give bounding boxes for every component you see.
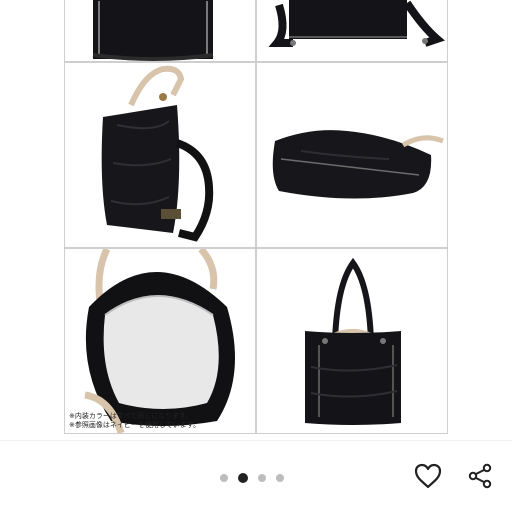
interior-note: ※内装カラーはすべて同じになります。 ※参照画像はネイビーを使用しています。 — [69, 412, 200, 430]
pager-dot-1[interactable] — [220, 474, 228, 482]
gallery-image-back[interactable] — [256, 0, 448, 62]
bag-strap-image — [305, 257, 401, 425]
gallery-image-strap[interactable] — [256, 248, 448, 434]
gallery-image-bottom[interactable] — [256, 62, 448, 248]
bag-interior-image — [84, 249, 235, 433]
heart-icon — [414, 463, 442, 489]
pager-dot-4[interactable] — [276, 474, 284, 482]
product-image-gallery[interactable]: ※内装カラーはすべて同じになります。 ※参照画像はネイビーを使用しています。 — [0, 0, 512, 440]
interior-note-line-2: ※参照画像はネイビーを使用しています。 — [69, 421, 200, 429]
bag-bottom-image — [272, 130, 444, 199]
share-button[interactable] — [464, 460, 496, 492]
gallery-image-front[interactable] — [64, 0, 256, 62]
bag-side-image — [101, 65, 214, 242]
pager-dot-2-active[interactable] — [238, 473, 248, 483]
pager-dot-3[interactable] — [258, 474, 266, 482]
bag-back-image — [268, 0, 445, 47]
interior-note-line-1: ※内装カラーはすべて同じになります。 — [69, 412, 193, 420]
bag-front-image — [92, 0, 214, 61]
gallery-image-side[interactable] — [64, 62, 256, 248]
gallery-image-interior[interactable]: ※内装カラーはすべて同じになります。 ※参照画像はネイビーを使用しています。 — [64, 248, 256, 434]
share-icon — [468, 463, 492, 489]
image-pager[interactable] — [220, 472, 284, 484]
like-button[interactable] — [412, 460, 444, 492]
